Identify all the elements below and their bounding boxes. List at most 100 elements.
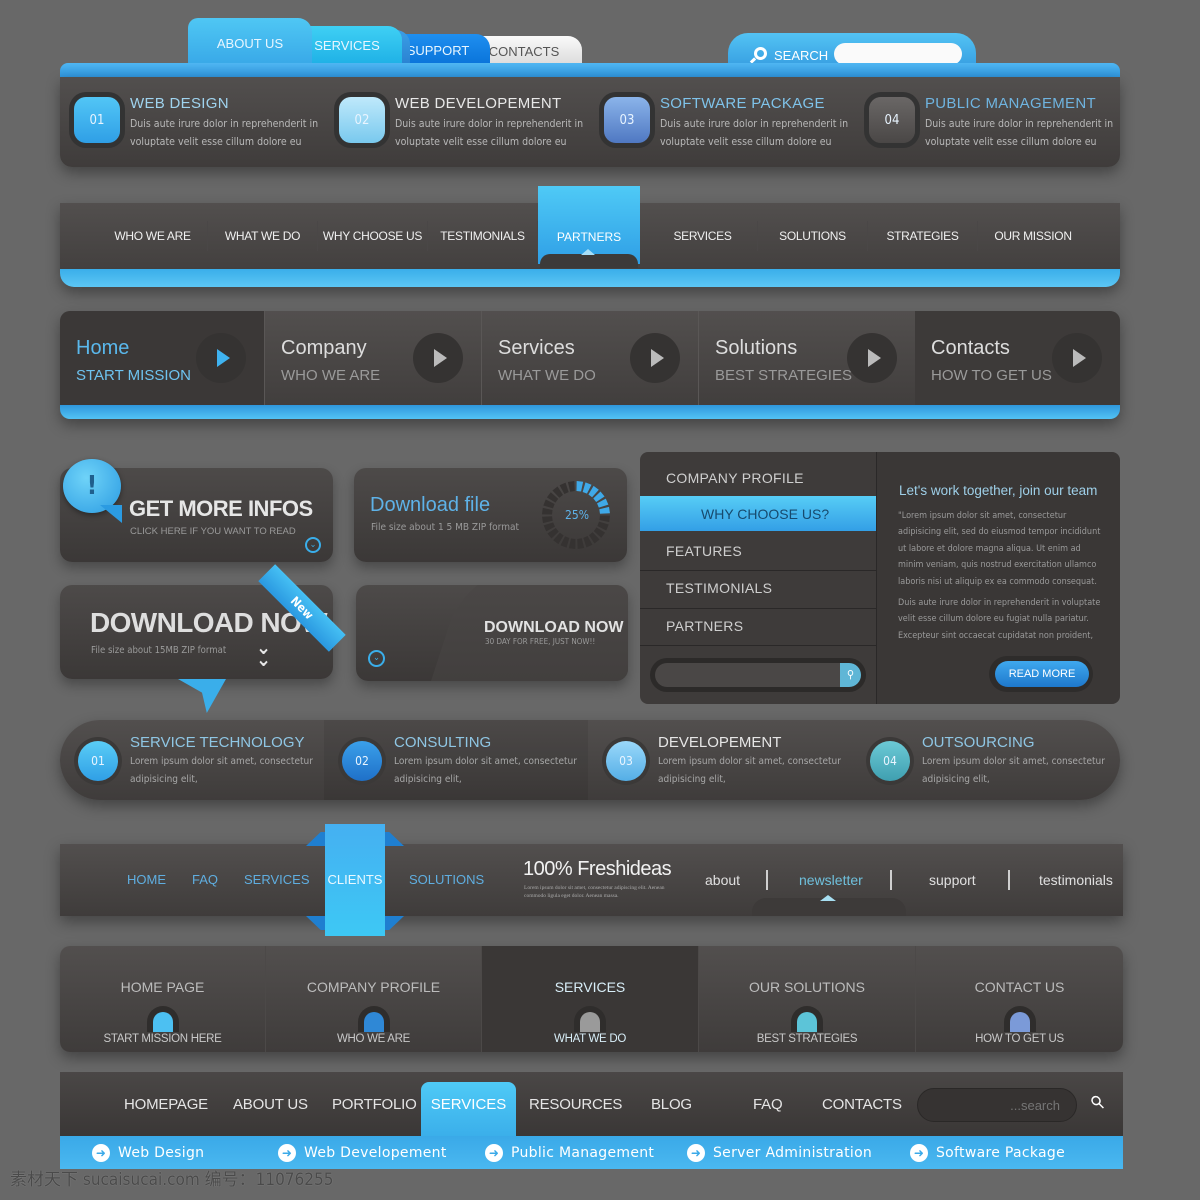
service-title: DEVELOPEMENT [658, 734, 782, 751]
nav-cell-title: Company [281, 337, 367, 359]
tab-about-us[interactable]: ABOUT US [188, 18, 312, 64]
nav-item[interactable]: ABOUT US [233, 1096, 308, 1113]
nav-link[interactable]: SOLUTIONS [409, 872, 484, 887]
nav-cell-services[interactable]: Services WHAT WE DO [482, 311, 699, 405]
progress-segment [542, 516, 553, 524]
nav-link[interactable]: support [929, 872, 976, 888]
brand-title: 100% Freshideas [523, 858, 672, 880]
subnav-item[interactable]: ➜ Server Administration [687, 1144, 872, 1162]
chevron-down-circle-icon: ⌄ [368, 650, 385, 667]
read-more-button[interactable]: READ MORE [995, 661, 1089, 687]
nav-cell-sub: BEST STRATEGIES [715, 367, 852, 384]
service-item[interactable]: 02 CONSULTING Lorem ipsum dolor sit amet… [324, 720, 588, 800]
feature-title: SOFTWARE PACKAGE [660, 95, 825, 112]
search-icon[interactable]: ⚲ [840, 663, 861, 687]
subnav-item[interactable]: ➜ Software Package [910, 1144, 1065, 1162]
nav-item[interactable]: HOMEPAGE [124, 1096, 208, 1113]
nav-link[interactable]: FAQ [192, 872, 218, 887]
nav-cell-title: SERVICES [554, 979, 626, 995]
play-icon [1052, 333, 1102, 383]
service-title: SERVICE TECHNOLOGY [130, 734, 305, 751]
service-item[interactable]: 03 DEVELOPEMENT Lorem ipsum dolor sit am… [588, 720, 852, 800]
top-tab-bar: CONTACTS SUPPORT SOLUTIONS SERVICES ABOU… [188, 18, 658, 64]
nav-item[interactable]: WHY CHOOSE US [318, 221, 428, 251]
nav-item[interactable]: WHO WE ARE [98, 221, 208, 251]
side-menu-item[interactable]: TESTIMONIALS [666, 580, 772, 596]
nav-item[interactable]: SERVICES [648, 221, 758, 251]
play-icon [630, 333, 680, 383]
nav-cell-solutions[interactable]: Solutions BEST STRATEGIES [699, 311, 916, 405]
download-now-alt-button[interactable]: DOWNLOAD NOW 30 DAY FOR FREE, JUST NOW!!… [356, 585, 628, 681]
side-menu-item[interactable]: FEATURES [666, 543, 742, 559]
search-input[interactable] [917, 1088, 1077, 1122]
divider [890, 870, 892, 890]
nav-item[interactable]: SOLUTIONS [758, 221, 868, 251]
indicator-dot [152, 1012, 173, 1032]
nav-cell-home[interactable]: Home START MISSION [60, 311, 265, 405]
nav-item[interactable]: BLOG [651, 1096, 692, 1113]
nav-item[interactable]: FAQ [753, 1096, 783, 1113]
nav-link[interactable]: testimonials [1039, 872, 1113, 888]
side-search-input[interactable] [655, 663, 841, 687]
nav-item-services-active[interactable]: SERVICES [421, 1082, 516, 1138]
nav-bar-play: Home START MISSION Company WHO WE ARE Se… [60, 311, 1120, 419]
subnav-label: Web Developement [304, 1145, 447, 1161]
nav-item[interactable]: CONTACTS [822, 1096, 902, 1113]
nav-bar-dots: HOME PAGE START MISSION HERE COMPANY PRO… [60, 946, 1123, 1052]
nav-link[interactable]: SERVICES [244, 872, 310, 887]
feature-number: 01 [74, 97, 120, 143]
nav-cell[interactable]: HOME PAGE START MISSION HERE [60, 946, 266, 1052]
nav-cell-title: Services [498, 337, 575, 359]
nav-cell-title: Contacts [931, 337, 1010, 359]
side-menu-item[interactable]: PARTNERS [666, 618, 743, 634]
progress-segment [542, 507, 553, 515]
nav-cell[interactable]: COMPANY PROFILE WHO WE ARE [266, 946, 482, 1052]
nav-cell-title: OUR SOLUTIONS [749, 979, 865, 995]
feature-item[interactable]: 04 PUBLIC MANAGEMENT Duis aute irure dol… [855, 93, 1113, 153]
nav-item[interactable]: TESTIMONIALS [428, 221, 538, 251]
service-item[interactable]: 04 OUTSOURCING Lorem ipsum dolor sit ame… [852, 720, 1116, 800]
service-item[interactable]: 01 SERVICE TECHNOLOGY Lorem ipsum dolor … [60, 720, 324, 800]
nav-cell-title: Home [76, 337, 130, 359]
progress-segment [599, 515, 610, 523]
nav-cell-active[interactable]: SERVICES WHAT WE DO [482, 946, 699, 1052]
nav-cell-contacts[interactable]: Contacts HOW TO GET US [915, 311, 1120, 405]
nav-item[interactable]: PORTFOLIO [332, 1096, 417, 1113]
watermark: 素材天下 sucaisucai.com 编号：11076255 [10, 1170, 334, 1190]
nav-cell-title: Solutions [715, 337, 798, 359]
nav-bar-brand: HOME FAQ SERVICES SOLUTIONS 100% Freshid… [60, 844, 1123, 916]
nav-cell[interactable]: OUR SOLUTIONS BEST STRATEGIES [699, 946, 916, 1052]
progress-segment [576, 481, 584, 492]
search-input[interactable] [834, 43, 962, 65]
subnav-label: Software Package [936, 1145, 1065, 1161]
subnav-item[interactable]: ➜ Web Developement [278, 1144, 447, 1162]
feature-number: 04 [869, 97, 915, 143]
tab-label: SERVICES [314, 37, 380, 53]
feature-item[interactable]: 03 SOFTWARE PACKAGE Duis aute irure dolo… [590, 93, 848, 153]
nav-item[interactable]: STRATEGIES [868, 221, 978, 251]
nav-link-clients-active[interactable]: CLIENTS [325, 824, 385, 936]
side-search-frame: ⚲ [650, 658, 866, 692]
side-menu-item-active[interactable]: WHY CHOOSE US? [640, 496, 892, 531]
nav-cell[interactable]: CONTACT US HOW TO GET US [916, 946, 1123, 1052]
side-menu-item[interactable]: COMPANY PROFILE [666, 470, 804, 486]
service-number: 01 [78, 741, 118, 781]
feature-number: 02 [339, 97, 385, 143]
nav-link[interactable]: about [705, 872, 740, 888]
subnav-item[interactable]: ➜ Web Design [92, 1144, 204, 1162]
feature-desc: Duis aute irure dolor in reprehenderit i… [130, 118, 319, 148]
nav-link-active[interactable]: newsletter [799, 872, 863, 888]
nav-item[interactable]: RESOURCES [529, 1096, 622, 1113]
nav-item[interactable]: WHAT WE DO [208, 221, 318, 251]
arrow-right-icon: ➜ [485, 1144, 503, 1162]
nav-cell-company[interactable]: Company WHO WE ARE [265, 311, 482, 405]
nav-link[interactable]: HOME [127, 872, 166, 887]
feature-item[interactable]: 01 WEB DESIGN Duis aute irure dolor in r… [60, 93, 318, 153]
search-icon[interactable]: ⚲ [1086, 1091, 1109, 1114]
subnav-item[interactable]: ➜ Public Management [485, 1144, 654, 1162]
download-file-panel[interactable]: Download file File size about 1 5 MB ZIP… [354, 468, 627, 562]
feature-item[interactable]: 02 WEB DEVELOPEMENT Duis aute irure dolo… [325, 93, 583, 153]
nav-cell-sub: BEST STRATEGIES [756, 1033, 858, 1045]
nav-item[interactable]: OUR MISSION [978, 221, 1088, 251]
services-bar: 01 SERVICE TECHNOLOGY Lorem ipsum dolor … [60, 720, 1120, 800]
